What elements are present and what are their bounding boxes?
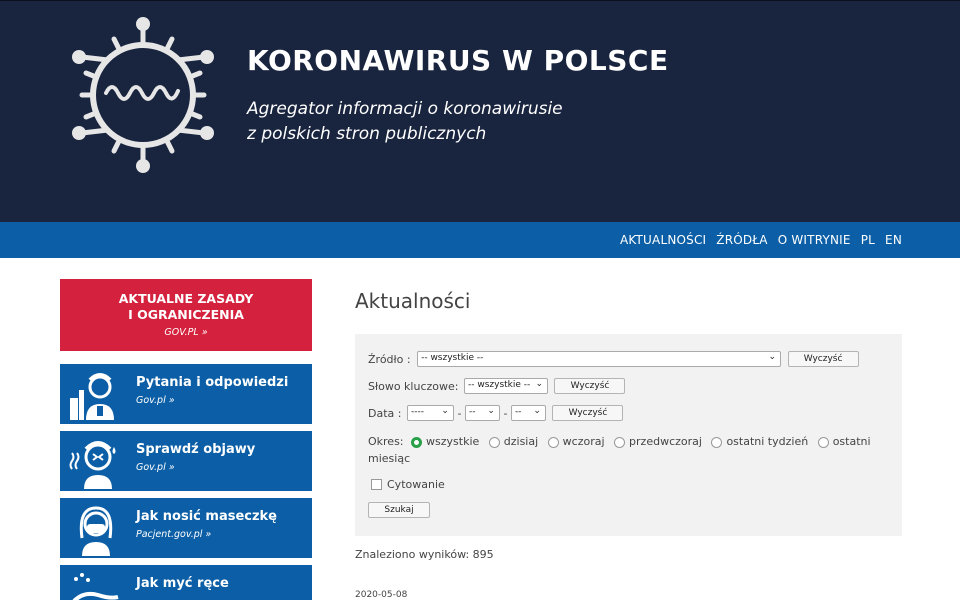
period-option-month: ostatni xyxy=(832,435,871,448)
quote-checkbox[interactable] xyxy=(371,478,382,490)
filter-panel: Źródło : -- wszystkie -- ⌄ Wyczyść Słowo… xyxy=(355,334,902,536)
search-button[interactable]: Szukaj xyxy=(368,502,430,518)
site-subtitle-line2: z polskich stron publicznych xyxy=(247,124,487,144)
period-option-yesterday: wczoraj xyxy=(562,435,605,448)
nav-lang-pl[interactable]: PL xyxy=(861,233,875,247)
main-navbar: AKTUALNOŚCI ŹRÓDŁA O WITRYNIE PL EN xyxy=(0,222,960,258)
date-year-value: ---- xyxy=(410,407,424,417)
keyword-select-value: -- wszystkie -- xyxy=(467,380,531,390)
doctor-icon xyxy=(70,373,114,420)
card-handwash-title: Jak myć ręce xyxy=(136,576,229,591)
keyword-select[interactable]: -- wszystkie -- ⌄ xyxy=(463,378,548,394)
clear-date-button[interactable]: Wyczyść xyxy=(552,405,624,421)
coronavirus-icon xyxy=(72,17,214,173)
chevron-down-icon: ⌄ xyxy=(533,406,541,416)
card-symptoms-source: Gov.pl » xyxy=(136,462,175,473)
site-subtitle-line1: Agregator informacji o koronawirusie xyxy=(247,99,563,119)
nav-links: AKTUALNOŚCI ŹRÓDŁA O WITRYNIE PL EN xyxy=(620,233,902,247)
results-count: Znaleziono wyników: 895 xyxy=(355,548,494,561)
date-day-value: -- xyxy=(514,407,522,417)
chevron-down-icon: ⌄ xyxy=(535,379,543,389)
filter-period-row: Okres: wszystkie dzisiaj wczoraj przedwc… xyxy=(368,434,871,450)
nav-about[interactable]: O WITRYNIE xyxy=(778,233,851,247)
period-option-all: wszystkie xyxy=(426,435,480,448)
rules-card-source: GOV.PL » xyxy=(164,327,208,338)
quote-label: Cytowanie xyxy=(387,477,445,491)
card-qa-title: Pytania i odpowiedzi xyxy=(136,375,289,390)
date-separator: - xyxy=(503,406,508,420)
filter-source-row: Źródło : -- wszystkie -- ⌄ Wyczyść xyxy=(368,351,859,367)
date-label: Data : xyxy=(368,406,402,420)
card-handwash[interactable]: Jak myć ręce xyxy=(60,565,312,600)
rules-card-title-line1: AKTUALNE ZASADY xyxy=(118,291,254,306)
date-month-value: -- xyxy=(468,407,476,417)
rules-card-title-line2: I OGRANICZENIA xyxy=(128,307,244,322)
period-label: Okres: xyxy=(368,435,404,448)
clear-keyword-button[interactable]: Wyczyść xyxy=(554,378,626,394)
page-title: Aktualności xyxy=(355,289,471,313)
source-select-value: -- wszystkie -- xyxy=(421,353,484,363)
keyword-label: Słowo kluczowe: xyxy=(368,379,459,393)
period-radio-all[interactable] xyxy=(411,436,423,448)
period-option-month-wrap: miesiąc xyxy=(368,451,411,465)
source-label: Źródło : xyxy=(368,352,411,366)
card-symptoms[interactable]: Sprawdź objawy Gov.pl » xyxy=(60,431,312,491)
sick-person-icon xyxy=(69,441,116,489)
period-option-day-before: przedwczoraj xyxy=(629,435,702,448)
chevron-down-icon: ⌄ xyxy=(487,406,495,416)
card-symptoms-title: Sprawdź objawy xyxy=(136,442,256,457)
card-mask-source: Pacjent.gov.pl » xyxy=(136,529,212,540)
period-radio-month[interactable] xyxy=(817,436,829,448)
card-mask[interactable]: Jak nosić maseczkę Pacjent.gov.pl » xyxy=(60,498,312,558)
filter-quote-row: Cytowanie xyxy=(368,477,445,491)
hand-washing-icon xyxy=(72,573,119,600)
period-radio-day-before[interactable] xyxy=(614,436,626,448)
card-qa[interactable]: Pytania i odpowiedzi Gov.pl » xyxy=(60,364,312,424)
site-subtitle: Agregator informacji o koronawirusie z p… xyxy=(247,97,563,147)
site-header: KORONAWIRUS W POLSCE Agregator informacj… xyxy=(0,0,960,222)
mask-person-icon xyxy=(79,506,113,556)
date-year-select[interactable]: ---- ⌄ xyxy=(406,405,454,421)
news-date: 2020-05-08 xyxy=(355,590,408,600)
site-title: KORONAWIRUS W POLSCE xyxy=(247,44,669,77)
nav-lang-en[interactable]: EN xyxy=(885,233,902,247)
period-radio-yesterday[interactable] xyxy=(547,436,559,448)
chevron-down-icon: ⌄ xyxy=(441,406,449,416)
clear-source-button[interactable]: Wyczyść xyxy=(787,351,859,367)
date-month-select[interactable]: -- ⌄ xyxy=(464,405,500,421)
filter-keyword-row: Słowo kluczowe: -- wszystkie -- ⌄ Wyczyś… xyxy=(368,378,626,394)
rules-card[interactable]: AKTUALNE ZASADY I OGRANICZENIA GOV.PL » xyxy=(60,279,312,351)
nav-news[interactable]: AKTUALNOŚCI xyxy=(620,233,706,247)
filter-search-row: Szukaj xyxy=(368,502,430,518)
chevron-down-icon: ⌄ xyxy=(768,352,777,362)
card-qa-source: Gov.pl » xyxy=(136,395,175,406)
period-option-today: dzisiaj xyxy=(503,435,539,448)
nav-sources[interactable]: ŹRÓDŁA xyxy=(716,233,767,247)
filter-date-row: Data : ---- ⌄ - -- ⌄ - -- ⌄ Wyczyść xyxy=(368,405,624,421)
period-wrap-row: miesiąc xyxy=(368,451,410,465)
card-mask-title: Jak nosić maseczkę xyxy=(136,509,278,524)
date-separator: - xyxy=(457,406,462,420)
period-radio-today[interactable] xyxy=(488,436,500,448)
period-radio-week[interactable] xyxy=(711,436,723,448)
date-day-select[interactable]: -- ⌄ xyxy=(510,405,546,421)
period-option-week: ostatni tydzień xyxy=(726,435,809,448)
source-select[interactable]: -- wszystkie -- ⌄ xyxy=(417,351,782,367)
